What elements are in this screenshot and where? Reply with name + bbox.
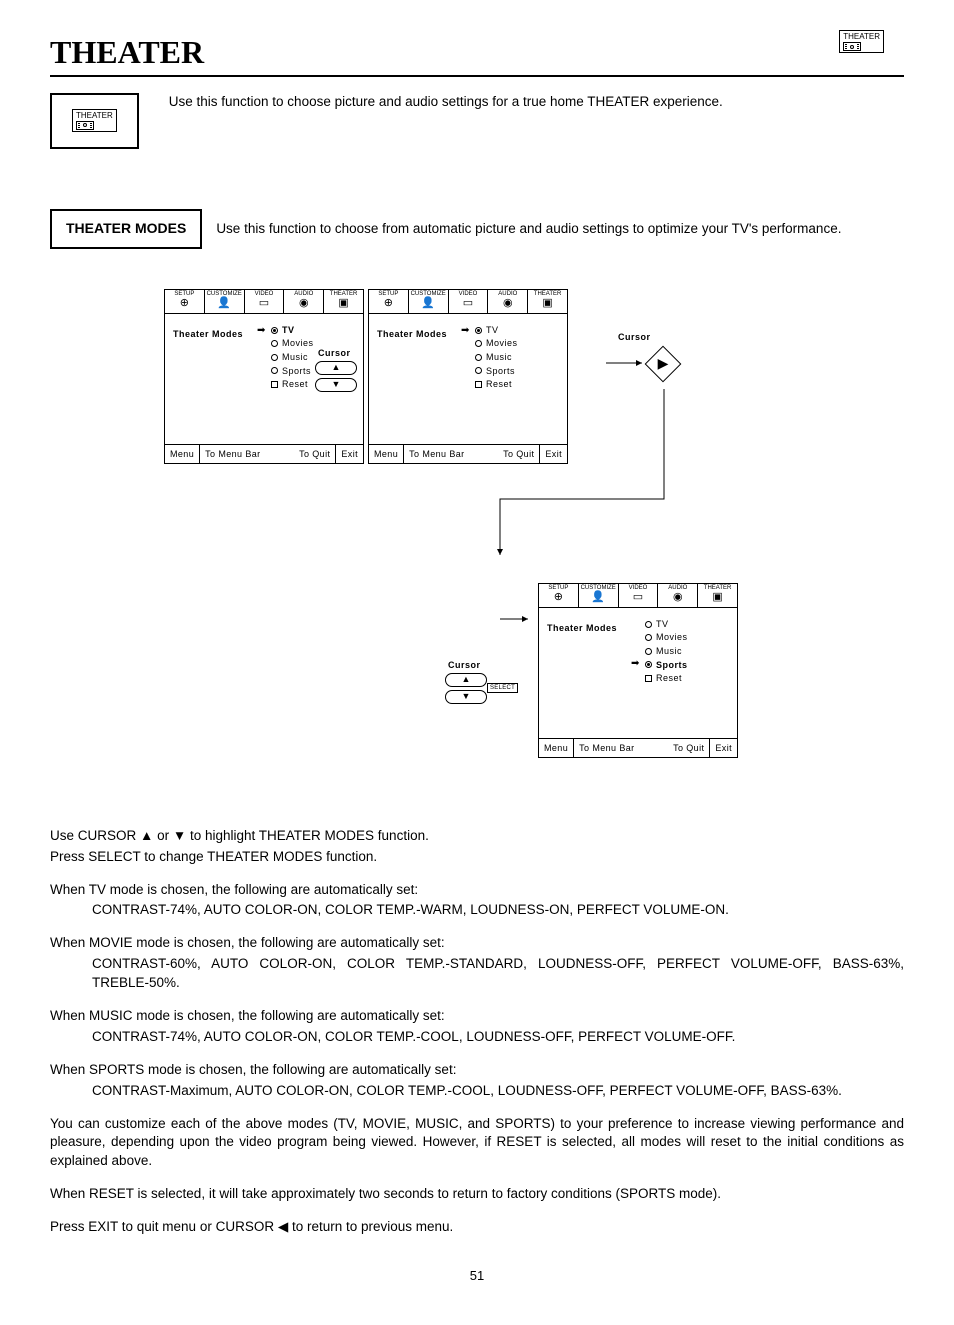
corner-theater-icon: THEATER [839, 30, 884, 54]
theater-icon-box: THEATER [50, 93, 139, 149]
cursor-label-2: Cursor [618, 331, 651, 344]
osd-diagram-area: Cursor ▲▼ SETUP⊕ CUSTOMIZE👤 VIDEO▭ AUDIO… [50, 289, 904, 819]
cursor-label-3: Cursor [448, 659, 481, 672]
page-title: THEATER [50, 30, 904, 77]
cursor-right-diamond: ▶ [645, 345, 682, 382]
theater-modes-label: THEATER MODES [50, 209, 202, 249]
intro-text: Use this function to choose picture and … [169, 93, 723, 112]
osd-menu-1: SETUP⊕ CUSTOMIZE👤 VIDEO▭ AUDIO◉ THEATER▣… [368, 289, 568, 465]
select-badge: SELECT [487, 683, 518, 693]
osd-menu-3: SETUP⊕ CUSTOMIZE👤 VIDEO▭ AUDIO◉ THEATER▣… [538, 583, 738, 759]
page-number: 51 [50, 1267, 904, 1285]
osd-menu-2: SETUP⊕ CUSTOMIZE👤 VIDEO▭ AUDIO◉ THEATER▣… [164, 289, 364, 465]
theater-modes-text: Use this function to choose from automat… [216, 220, 841, 239]
cursor-updown-2: ▲▼ [445, 673, 487, 707]
body-text: Use CURSOR ▲ or ▼ to highlight THEATER M… [50, 827, 904, 1237]
